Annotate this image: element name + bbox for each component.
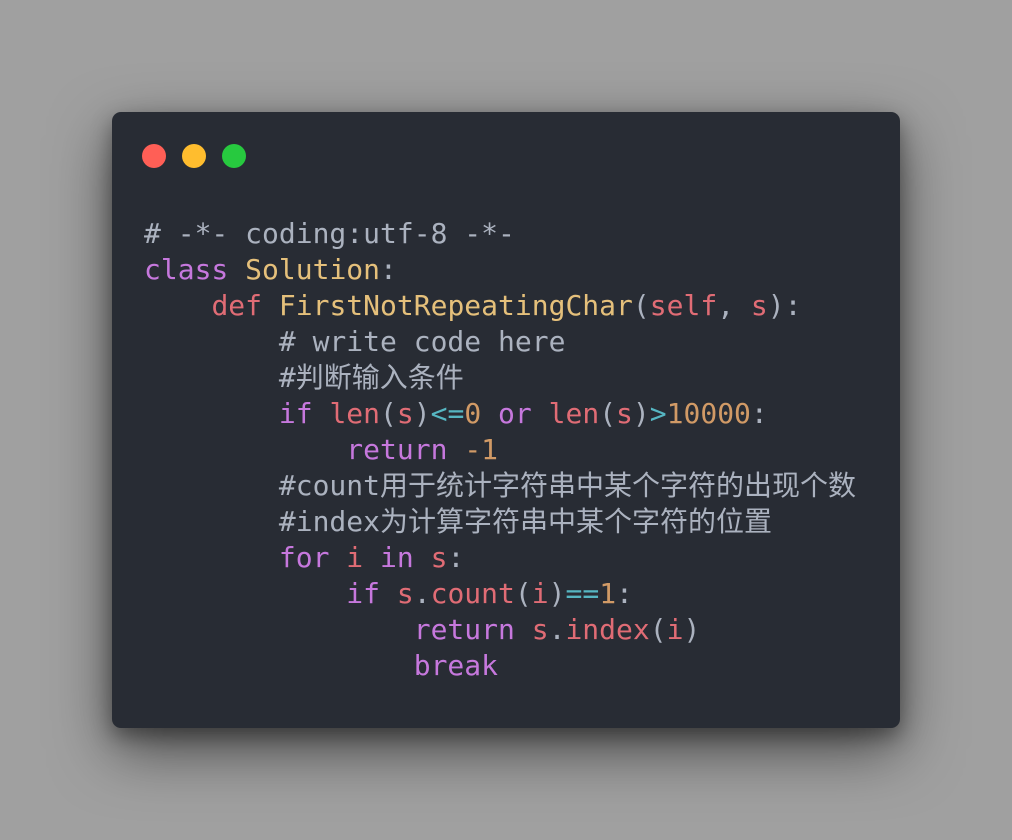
code-token-punctuation: (	[632, 289, 650, 322]
code-token-comment: #index为计算字符串中某个字符的位置	[278, 505, 773, 538]
code-block: # -*- coding:utf-8 -*- class Solution: de…	[144, 216, 856, 684]
code-token-comment: #判断输入条件	[278, 361, 464, 394]
code-token-operator: <=	[430, 397, 465, 430]
code-token-punctuation: (	[380, 397, 397, 430]
code-token-punctuation: )	[683, 613, 701, 646]
code-token-number: 1	[599, 577, 617, 610]
code-line: class Solution:	[144, 252, 856, 288]
code-token-keyword: for	[278, 541, 330, 574]
code-token-builtin: len	[548, 397, 600, 430]
code-token-punctuation	[515, 613, 532, 646]
code-line: if s.count(i)==1:	[144, 576, 856, 612]
code-token-punctuation: .	[548, 613, 566, 646]
code-token-keyword: in	[380, 541, 414, 574]
code-line: for i in s:	[144, 540, 856, 576]
code-window: # -*- coding:utf-8 -*- class Solution: de…	[112, 112, 900, 728]
code-line: if len(s)<=0 or len(s)>10000:	[144, 396, 856, 432]
code-token-operator: >	[649, 397, 667, 430]
code-token-variable: self	[649, 289, 718, 322]
code-token-builtin: index	[565, 613, 650, 646]
code-line: def FirstNotRepeatingChar(self, s):	[144, 288, 856, 324]
code-token-keyword: if	[346, 577, 381, 610]
code-token-number: 10000	[666, 397, 751, 430]
code-line: #判断输入条件	[144, 360, 856, 396]
code-token-variable: s	[430, 541, 448, 574]
code-token-keyword: if	[278, 397, 313, 430]
code-token-punctuation	[363, 541, 380, 574]
code-token-variable: s	[531, 613, 549, 646]
code-token-punctuation: :	[380, 253, 397, 286]
code-token-variable: s	[750, 289, 768, 322]
code-token-punctuation	[447, 433, 464, 466]
code-token-punctuation: )	[413, 397, 431, 430]
code-token-operator: ==	[565, 577, 600, 610]
code-token-function-name: FirstNotRepeatingChar	[278, 289, 633, 322]
code-token-variable: i	[531, 577, 549, 610]
code-token-punctuation	[262, 289, 279, 322]
code-token-comment: # -*- coding:utf-8 -*-	[144, 217, 515, 250]
code-token-comment: #count用于统计字符串中某个字符的出现个数	[278, 469, 857, 502]
code-token-keyword: break	[413, 649, 499, 682]
code-token-punctuation: .	[413, 577, 431, 610]
minimize-button[interactable]	[182, 144, 206, 168]
code-token-punctuation: (	[514, 577, 532, 610]
code-token-variable: s	[396, 397, 414, 430]
code-line: #index为计算字符串中某个字符的位置	[144, 504, 856, 540]
code-token-comment: # write code here	[278, 325, 566, 358]
code-token-variable: i	[346, 541, 364, 574]
code-token-punctuation: )	[632, 397, 650, 430]
code-token-punctuation	[380, 577, 397, 610]
code-token-keyword: return	[413, 613, 515, 646]
code-token-punctuation: ):	[767, 289, 802, 322]
code-token-variable: s	[396, 577, 414, 610]
code-line: # write code here	[144, 324, 856, 360]
code-token-keyword: class	[144, 253, 229, 286]
code-token-punctuation: ,	[717, 289, 751, 322]
code-token-punctuation: )	[548, 577, 566, 610]
code-token-number: 0	[464, 397, 482, 430]
code-token-punctuation: (	[649, 613, 667, 646]
code-token-class-name: Solution	[245, 253, 381, 286]
code-line: return s.index(i)	[144, 612, 856, 648]
code-token-punctuation	[228, 253, 245, 286]
code-token-punctuation: :	[447, 541, 465, 574]
code-token-builtin: len	[329, 397, 381, 430]
code-token-builtin: count	[430, 577, 515, 610]
code-token-punctuation	[481, 397, 498, 430]
code-line: # -*- coding:utf-8 -*-	[144, 216, 856, 252]
code-line: #count用于统计字符串中某个字符的出现个数	[144, 468, 856, 504]
code-token-punctuation: :	[616, 577, 633, 610]
code-token-def-keyword: def	[211, 289, 263, 322]
code-token-punctuation: :	[750, 397, 768, 430]
code-token-keyword: or	[498, 397, 532, 430]
code-token-punctuation: (	[599, 397, 617, 430]
zoom-button[interactable]	[222, 144, 246, 168]
close-button[interactable]	[142, 144, 166, 168]
code-token-punctuation	[414, 541, 431, 574]
code-line: return -1	[144, 432, 856, 468]
code-token-number: -1	[464, 433, 499, 466]
code-token-punctuation	[329, 541, 346, 574]
code-token-punctuation	[313, 397, 330, 430]
code-line: break	[144, 648, 856, 684]
code-token-keyword: return	[346, 433, 448, 466]
code-token-variable: s	[616, 397, 633, 430]
code-token-punctuation	[532, 397, 549, 430]
code-token-variable: i	[666, 613, 684, 646]
